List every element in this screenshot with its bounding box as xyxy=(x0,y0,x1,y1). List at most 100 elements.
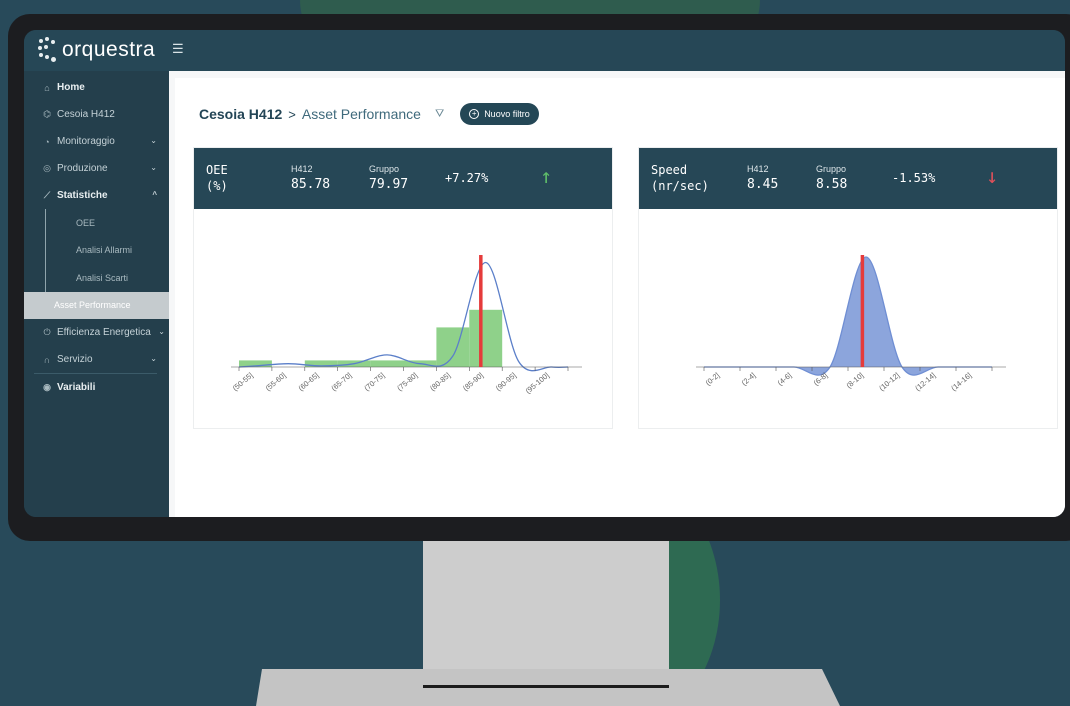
kpi-h412-value: 85.78 xyxy=(291,177,331,192)
home-icon: ⌂ xyxy=(44,82,50,93)
app-screen: orquestra ☰ ⌂ Home ⌬ Cesoia H412 ◔ Monit… xyxy=(24,30,1065,517)
chevron-down-icon: ⌄ xyxy=(150,163,157,172)
monitor-stand-neck xyxy=(423,530,669,672)
main-content: Cesoia H412 > Asset Performance ⛛ + Nuov… xyxy=(169,71,1065,517)
x-tick-label: (95-100] xyxy=(524,371,551,396)
chevron-up-icon: ^ xyxy=(152,190,157,199)
arrow-up-icon: ↑ xyxy=(540,164,553,188)
x-tick-label: (55-60] xyxy=(264,371,288,393)
kpi-title-line2: (%) xyxy=(206,179,228,193)
sidebar-item-label: Statistiche xyxy=(57,190,108,201)
sidebar-item-monitoraggio[interactable]: ◔ Monitoraggio ⌄ xyxy=(24,128,169,155)
menu-collapse-icon[interactable]: ☰ xyxy=(172,41,184,57)
sidebar-subitem-label: Asset Performance xyxy=(54,300,131,311)
sidebar-item-statistiche[interactable]: ⟋ Statistiche ^ xyxy=(24,182,169,209)
kpi-delta: +7.27% xyxy=(445,171,489,185)
sidebar-item-cesoia[interactable]: ⌬ Cesoia H412 xyxy=(24,101,169,128)
kpi-h412: H412 85.78 xyxy=(291,164,330,192)
plus-circle-icon: + xyxy=(469,109,480,119)
oee-card: OEE (%) H412 85.78 Gruppo 79.97 +7.27% ↑… xyxy=(193,147,613,429)
sidebar-item-label: Home xyxy=(57,82,85,93)
sidebar-item-home[interactable]: ⌂ Home xyxy=(24,74,169,101)
oee-kpi-header: OEE (%) H412 85.78 Gruppo 79.97 +7.27% ↑ xyxy=(194,148,612,209)
x-tick-label: (4-6] xyxy=(776,371,794,388)
x-tick-label: (50-55] xyxy=(231,371,255,393)
x-tick-label: (10-12] xyxy=(877,371,901,393)
headset-icon: ∩ xyxy=(43,354,51,365)
kpi-title: OEE (%) xyxy=(206,162,228,194)
kpi-gruppo: Gruppo 8.58 xyxy=(816,164,847,192)
chevron-down-icon: ⌄ xyxy=(150,136,157,145)
new-filter-button[interactable]: + Nuovo filtro xyxy=(460,103,539,125)
kpi-gruppo-value: 79.97 xyxy=(369,177,409,192)
x-tick-label: (8-10] xyxy=(844,371,865,390)
density-line xyxy=(238,261,569,372)
breadcrumb-parent[interactable]: Cesoia H412 xyxy=(199,106,282,122)
sidebar-subitem-analisi-scarti[interactable]: Analisi Scarti xyxy=(45,264,169,292)
sidebar: ⌂ Home ⌬ Cesoia H412 ◔ Monitoraggio ⌄ ◎ … xyxy=(24,71,169,517)
sidebar-item-servizio[interactable]: ∩ Servizio ⌄ xyxy=(24,346,169,373)
x-tick-label: (80-85] xyxy=(428,371,452,393)
chevron-down-icon: ⌄ xyxy=(150,354,157,363)
x-tick-label: (65-70] xyxy=(329,371,353,393)
filter-off-icon[interactable]: ⛛ xyxy=(435,108,444,121)
sidebar-subitem-label: OEE xyxy=(76,217,96,228)
arrow-down-icon: ↓ xyxy=(986,164,999,188)
oee-distribution-chart: (50-55] (55-60] (60-65] (65-70] (70-75] (75-8… xyxy=(231,255,582,396)
monitor-stand-edge xyxy=(423,685,669,688)
eye-icon: ◉ xyxy=(43,382,51,392)
x-tick-label: (75-80] xyxy=(395,371,419,393)
chart-line-icon: ⟋ xyxy=(43,190,51,200)
speed-card: Speed (nr/sec) H412 8.45 Gruppo 8.58 -1.… xyxy=(638,147,1058,429)
kpi-gruppo-label: Gruppo xyxy=(816,164,847,174)
sidebar-subitem-analisi-allarmi[interactable]: Analisi Allarmi xyxy=(45,236,169,264)
speed-kpi-header: Speed (nr/sec) H412 8.45 Gruppo 8.58 -1.… xyxy=(639,148,1057,209)
kpi-gruppo-label: Gruppo xyxy=(369,164,400,174)
histogram-bar xyxy=(436,327,470,367)
kpi-gruppo: Gruppo 79.97 xyxy=(369,164,408,192)
sidebar-subitem-oee[interactable]: OEE xyxy=(45,209,169,237)
logo-dots-icon xyxy=(38,37,58,63)
sidebar-item-variabili[interactable]: ◉ Variabili xyxy=(24,374,169,401)
sidebar-item-label: Produzione xyxy=(57,163,108,174)
sidebar-subitem-label: Analisi Allarmi xyxy=(76,245,133,256)
x-tick-label: (85-90] xyxy=(461,371,485,393)
x-tick-label: (60-65] xyxy=(297,371,321,393)
gauge-icon: ◔ xyxy=(44,136,50,147)
kpi-h412-value: 8.45 xyxy=(747,177,779,192)
x-tick-label: (14-16] xyxy=(949,371,973,393)
sidebar-item-label: Efficienza Energetica xyxy=(57,327,151,338)
x-tick-label: (0-2] xyxy=(704,371,722,388)
chevron-down-icon: ⌄ xyxy=(158,327,165,336)
sidebar-item-label: Monitoraggio xyxy=(57,136,115,147)
machine-icon: ⌬ xyxy=(43,109,51,119)
sidebar-item-label: Cesoia H412 xyxy=(57,109,115,120)
sidebar-item-efficienza-energetica[interactable]: ⏻ Efficienza Energetica ⌄ xyxy=(24,319,169,346)
power-icon: ⏻ xyxy=(43,327,51,337)
histogram-bar xyxy=(370,360,404,367)
kpi-delta: -1.53% xyxy=(892,171,936,185)
content-panel: Cesoia H412 > Asset Performance ⛛ + Nuov… xyxy=(175,78,1065,517)
sidebar-subitem-label: Analisi Scarti xyxy=(76,272,129,283)
kpi-title-line1: Speed xyxy=(651,163,688,177)
speed-distribution-chart: (0-2] (2-4] (4-6] (6-8] (8-10] (10-12] (12-14]… xyxy=(696,255,1006,393)
kpi-h412: H412 8.45 xyxy=(747,164,778,192)
orquestra-logo[interactable]: orquestra xyxy=(38,37,155,63)
kpi-title: Speed (nr/sec) xyxy=(651,162,709,194)
kpi-title-line1: OEE xyxy=(206,163,228,177)
breadcrumb: Cesoia H412 > Asset Performance ⛛ + Nuov… xyxy=(199,103,539,125)
sidebar-subitem-asset-performance[interactable]: Asset Performance xyxy=(24,291,169,319)
kpi-h412-label: H412 xyxy=(291,164,313,174)
breadcrumb-separator: > xyxy=(288,106,296,122)
histogram-bar xyxy=(469,309,503,367)
sidebar-item-produzione[interactable]: ◎ Produzione ⌄ xyxy=(24,155,169,182)
coin-icon: ◎ xyxy=(43,163,51,173)
kpi-title-line2: (nr/sec) xyxy=(651,179,709,193)
breadcrumb-current: Asset Performance xyxy=(301,106,421,122)
top-bar: orquestra ☰ xyxy=(24,30,1065,71)
sidebar-item-label: Variabili xyxy=(57,382,96,393)
x-tick-label: (90-95] xyxy=(494,371,518,393)
kpi-gruppo-value: 8.58 xyxy=(816,177,848,192)
sidebar-item-label: Servizio xyxy=(57,354,93,365)
logo-text: orquestra xyxy=(62,38,156,61)
